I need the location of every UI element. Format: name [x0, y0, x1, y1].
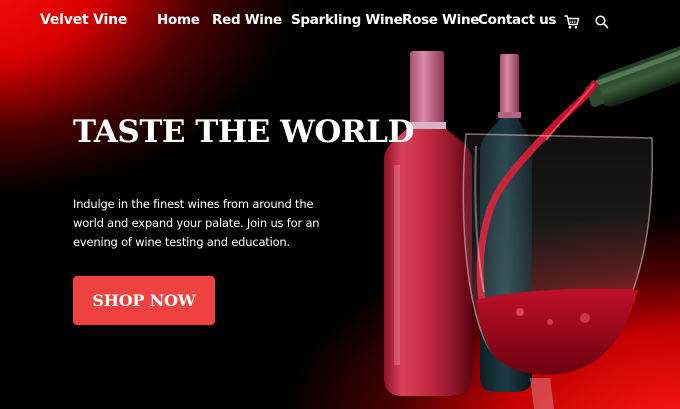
nav-item-home[interactable]: Home	[157, 12, 200, 28]
brand-logo[interactable]: Velvet Vine	[40, 12, 127, 28]
wine-bottles-and-glass-image	[380, 0, 680, 409]
hero-headline: TASTE THE WORLD	[73, 114, 414, 150]
shop-now-button[interactable]: SHOP NOW	[73, 276, 215, 325]
hero-description: Indulge in the finest wines from around …	[73, 197, 320, 249]
hero-section: Velvet Vine Home Red Wine Sparkling Wine…	[0, 0, 680, 409]
nav-item-red-wine[interactable]: Red Wine	[212, 12, 282, 28]
